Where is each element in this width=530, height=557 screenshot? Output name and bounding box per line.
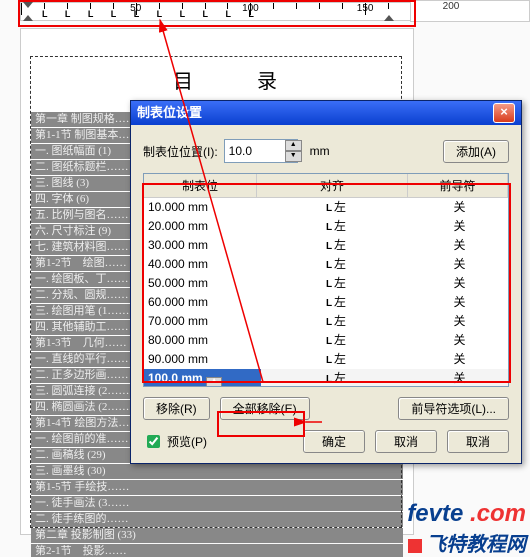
cell-position[interactable]: 30.000 mm [144, 236, 261, 255]
brand-square-icon [408, 539, 422, 553]
table-row[interactable]: 70.000 mmL左关 [144, 312, 508, 331]
cell-align[interactable]: L左 [261, 236, 412, 255]
remove-all-button[interactable]: 全部移除(E) [220, 397, 310, 420]
table-row[interactable]: 50.000 mmL左关 [144, 274, 508, 293]
cell-position[interactable]: 70.000 mm [144, 312, 261, 331]
dialog-title: 制表位设置 [137, 101, 202, 125]
table-row[interactable]: 40.000 mmL左关 [144, 255, 508, 274]
tab-settings-dialog: 制表位设置 × 制表位位置(I): ▲ ▼ mm 添加(A) 制表位 对齐 前导… [130, 100, 522, 464]
cell-position[interactable]: 50.000 mm [144, 274, 261, 293]
cell-leader[interactable]: 关 [412, 236, 508, 255]
cell-position[interactable]: 10.000 mm [144, 198, 261, 217]
tab-position-label: 制表位位置(I): [143, 143, 218, 160]
cell-leader[interactable]: 关 [412, 369, 508, 387]
table-row[interactable]: 30.000 mmL左关 [144, 236, 508, 255]
cell-align[interactable]: L左 [261, 293, 412, 312]
brand-name: fevte [407, 500, 463, 527]
doc-line: 第二章 投影制图 (33) [31, 528, 403, 543]
unit-label: mm [310, 144, 330, 158]
table-row[interactable]: 60.000 mmL左关 [144, 293, 508, 312]
cell-position[interactable]: 90.000 mm [144, 350, 261, 369]
cell-align[interactable]: L左 [261, 331, 412, 350]
cell-align[interactable]: L左 [261, 312, 412, 331]
cell-leader[interactable]: 关 [412, 293, 508, 312]
col-header-leader[interactable]: 前导符 [408, 174, 508, 197]
tab-stops-table[interactable]: 制表位 对齐 前导符 10.000 mmL左关20.000 mmL左关30.00… [143, 173, 509, 387]
preview-checkbox[interactable] [147, 435, 160, 448]
cell-align[interactable]: L左 [261, 198, 412, 217]
cell-leader[interactable]: 关 [412, 331, 508, 350]
doc-title: 目 录 [59, 65, 413, 94]
table-row[interactable]: 20.000 mmL左关 [144, 217, 508, 236]
table-row[interactable]: 10.000 mmL左关 [144, 198, 508, 217]
doc-line: 三. 画墨线 (30) [31, 464, 403, 479]
leader-options-button[interactable]: 前导符选项(L)... [398, 397, 509, 420]
horizontal-ruler-extension: 200 [410, 0, 530, 22]
doc-line: 一. 徒手画法 (3…… [31, 496, 403, 511]
col-header-align[interactable]: 对齐 [257, 174, 408, 197]
spin-down-icon[interactable]: ▼ [285, 151, 302, 162]
cell-position[interactable]: 20.000 mm [144, 217, 261, 236]
horizontal-ruler[interactable]: 50100150LLLLLLLLLL [20, 2, 412, 21]
cancel-button-2[interactable]: 取消 [447, 430, 509, 453]
cell-leader[interactable]: 关 [412, 274, 508, 293]
table-row[interactable]: 90.000 mmL左关 [144, 350, 508, 369]
close-icon[interactable]: × [493, 103, 515, 123]
preview-checkbox-label[interactable]: 预览(P) [143, 432, 207, 451]
cell-position[interactable]: 60.000 mm [144, 293, 261, 312]
cell-leader[interactable]: 关 [412, 198, 508, 217]
brand-cn: 飞特教程网 [426, 534, 526, 556]
brand-tld: .com [470, 500, 526, 527]
spin-up-icon[interactable]: ▲ [285, 140, 302, 151]
cell-leader[interactable]: 关 [412, 217, 508, 236]
doc-line: 第2-1节 投影…… [31, 544, 403, 557]
dialog-titlebar[interactable]: 制表位设置 × [131, 101, 521, 125]
tab-position-input[interactable] [225, 142, 285, 160]
cell-position[interactable]: 80.000 mm [144, 331, 261, 350]
cell-position[interactable]: 40.000 mm [144, 255, 261, 274]
cell-align[interactable]: L左 [261, 255, 412, 274]
cell-leader[interactable]: 关 [412, 255, 508, 274]
cell-leader[interactable]: 关 [412, 312, 508, 331]
col-header-position[interactable]: 制表位 [144, 174, 257, 197]
cell-leader[interactable]: 关 [412, 350, 508, 369]
add-button[interactable]: 添加(A) [443, 140, 509, 163]
ok-button[interactable]: 确定 [303, 430, 365, 453]
table-row[interactable]: 80.000 mmL左关 [144, 331, 508, 350]
doc-line: 第1-5节 手绘技…… [31, 480, 403, 495]
cancel-button[interactable]: 取消 [375, 430, 437, 453]
cell-align[interactable]: L左 [261, 350, 412, 369]
tab-position-spinner[interactable]: ▲ ▼ [224, 139, 298, 163]
preview-text: 预览(P) [167, 433, 207, 450]
cell-align[interactable]: L左 [261, 274, 412, 293]
table-row[interactable]: 100.0 mm ▲L左关 [144, 369, 508, 387]
remove-button[interactable]: 移除(R) [143, 397, 210, 420]
watermark: fevte .com 飞特教程网 [407, 500, 526, 557]
cell-align[interactable]: L左 [261, 369, 412, 387]
cell-position[interactable]: 100.0 mm ▲ [144, 369, 261, 387]
cell-align[interactable]: L左 [261, 217, 412, 236]
doc-line: 二. 徒手练图的…… [31, 512, 403, 527]
